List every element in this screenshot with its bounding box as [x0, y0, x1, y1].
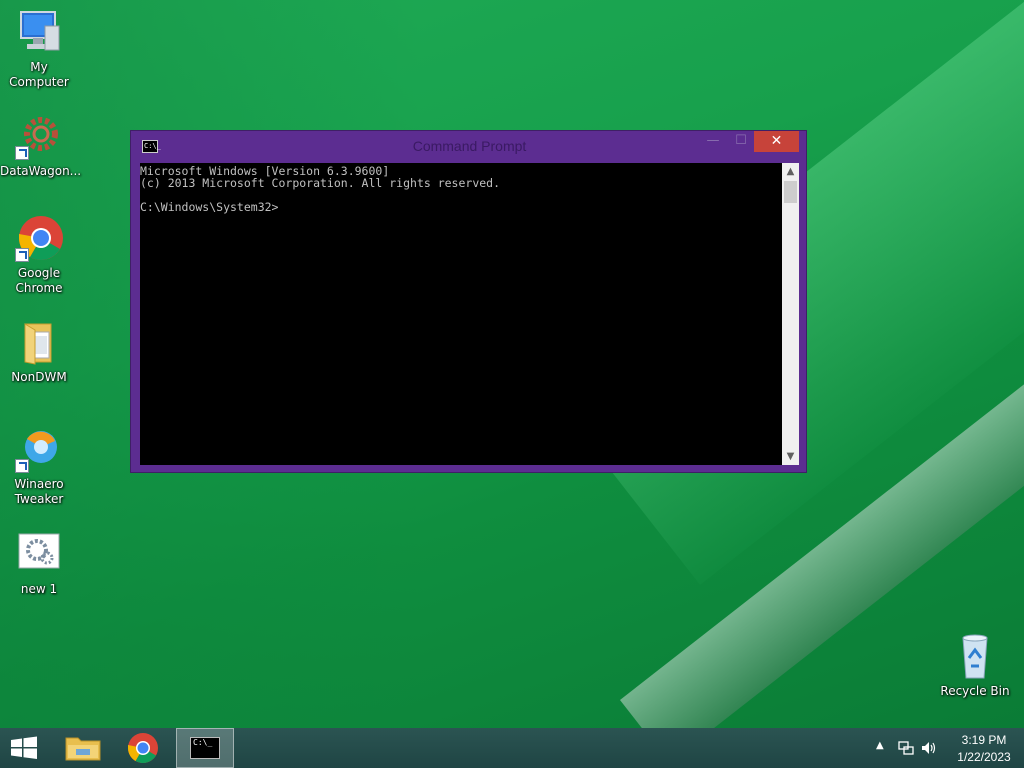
winaero-tweaker-icon [15, 425, 63, 473]
taskbar-google-chrome[interactable] [114, 728, 172, 768]
shortcut-arrow-icon [15, 459, 29, 473]
desktop-icon-datawagon[interactable]: DataWagon... [0, 112, 82, 179]
start-button[interactable] [0, 728, 48, 768]
desktop-icon-label: new 1 [20, 582, 58, 596]
volume-icon[interactable] [920, 740, 938, 756]
window-titlebar[interactable]: C:\_ Command Prompt — ☐ ✕ [131, 131, 806, 163]
desktop-icon-google-chrome[interactable]: Google Chrome [0, 214, 78, 296]
shortcut-arrow-icon [15, 248, 29, 262]
folder-icon [15, 318, 63, 366]
desktop-icon-new-1[interactable]: new 1 [0, 530, 78, 597]
computer-icon [15, 8, 63, 56]
scroll-up-icon[interactable]: ▲ [782, 163, 799, 180]
vertical-scrollbar[interactable]: ▲ ▼ [782, 163, 799, 465]
desktop-icon-label: NonDWM [11, 370, 67, 384]
windows-logo-icon [11, 736, 37, 759]
cmd-icon: C:\_ [190, 737, 220, 759]
taskbar-command-prompt[interactable]: C:\_ [176, 728, 234, 768]
maximize-button[interactable]: ☐ [728, 131, 754, 152]
scroll-down-icon[interactable]: ▼ [782, 448, 799, 465]
desktop-icon-recycle-bin[interactable]: Recycle Bin [936, 632, 1014, 699]
shortcut-arrow-icon [15, 146, 29, 160]
taskbar: C:\_ ▲ 3:19 PM 1/22/2023 [0, 728, 1024, 768]
clock[interactable]: 3:19 PM 1/22/2023 [940, 728, 1024, 768]
taskbar-file-explorer[interactable] [54, 728, 112, 768]
minimize-button[interactable]: — [699, 131, 727, 152]
desktop-icon-winaero-tweaker[interactable]: Winaero Tweaker [0, 425, 78, 507]
desktop-icon-label: My Computer [9, 60, 69, 89]
chrome-icon [128, 733, 158, 764]
desktop-icon-label: Google Chrome [15, 266, 63, 295]
desktop-icon-nondwm[interactable]: NonDWM [0, 318, 78, 385]
console-line: (c) 2013 Microsoft Corporation. All righ… [140, 176, 501, 190]
desktop-icon-label: Winaero Tweaker [14, 477, 64, 506]
desktop-icon-label: Recycle Bin [940, 684, 1010, 698]
network-icon[interactable] [898, 740, 914, 756]
folder-icon [65, 737, 101, 761]
scrollbar-thumb[interactable] [784, 181, 797, 203]
clock-time: 3:19 PM [961, 733, 1007, 747]
show-hidden-icons-icon[interactable]: ▲ [876, 740, 884, 751]
command-prompt-window[interactable]: C:\_ Command Prompt — ☐ ✕ Microsoft Wind… [130, 130, 807, 473]
clock-date: 1/22/2023 [957, 750, 1011, 764]
recycle-bin-icon [951, 632, 999, 680]
desktop-icon-my-computer[interactable]: My Computer [0, 8, 78, 90]
console-output[interactable]: Microsoft Windows [Version 6.3.9600] (c)… [140, 163, 791, 465]
desktop-icon-label: DataWagon... [0, 164, 82, 178]
gear-icon [15, 112, 63, 160]
system-tray: ▲ [872, 728, 942, 768]
chrome-icon [15, 214, 63, 262]
close-button[interactable]: ✕ [754, 131, 799, 152]
settings-file-icon [15, 530, 63, 578]
console-prompt: C:\Windows\System32> [140, 200, 279, 214]
